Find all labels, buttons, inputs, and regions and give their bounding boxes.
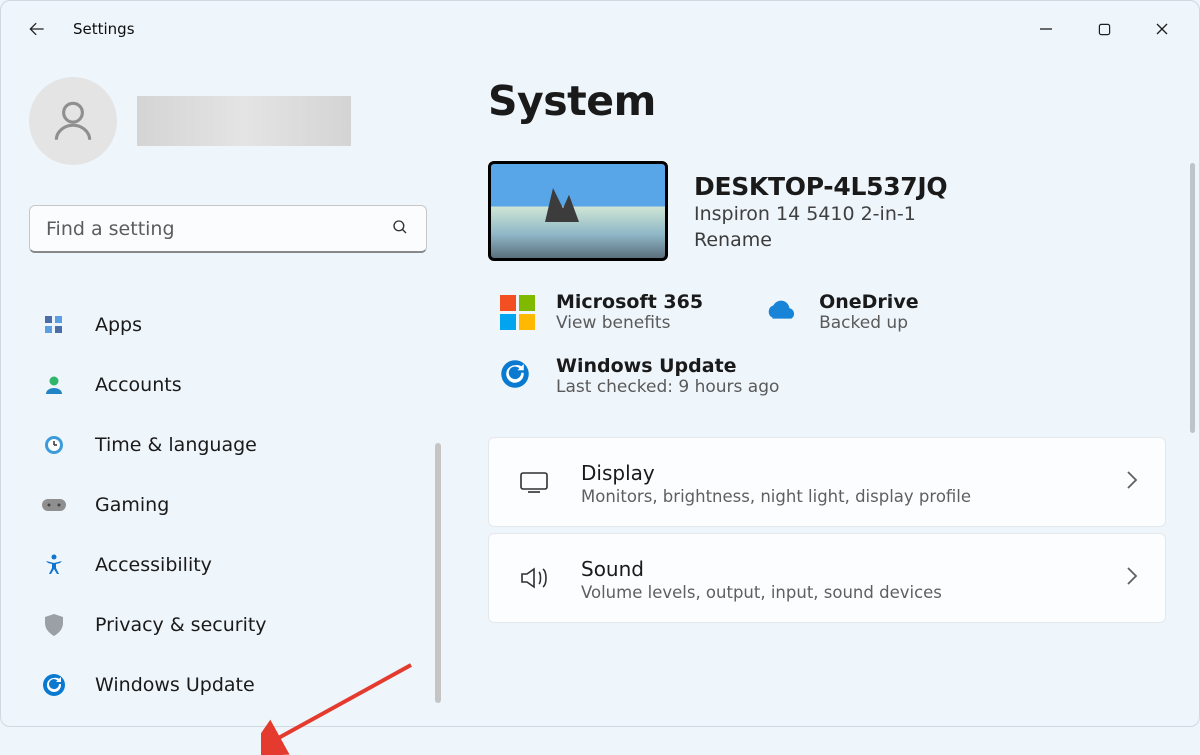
nav-privacy-security[interactable]: Privacy & security: [29, 595, 427, 655]
minimize-button[interactable]: [1017, 9, 1075, 49]
setting-display[interactable]: Display Monitors, brightness, night ligh…: [488, 437, 1166, 527]
setting-subtitle: Volume levels, output, input, sound devi…: [581, 583, 1095, 602]
sidebar: Apps Accounts Time & language Gaming: [1, 57, 446, 726]
setting-sound[interactable]: Sound Volume levels, output, input, soun…: [488, 533, 1166, 623]
accessibility-icon: [41, 552, 67, 578]
status-title: OneDrive: [819, 291, 919, 313]
shield-icon: [41, 612, 67, 638]
display-icon: [517, 470, 551, 494]
nav-label: Time & language: [95, 434, 257, 456]
setting-title: Display: [581, 461, 1095, 485]
nav-windows-update[interactable]: Windows Update: [29, 655, 427, 715]
wallpaper-thumbnail: [488, 161, 668, 261]
cloud-status-row: Microsoft 365 View benefits OneDrive Bac…: [488, 291, 1159, 333]
page-title: System: [488, 77, 1159, 125]
back-button[interactable]: [25, 17, 49, 41]
gaming-icon: [41, 492, 67, 518]
nav-label: Windows Update: [95, 674, 255, 696]
nav-label: Accounts: [95, 374, 182, 396]
titlebar: Settings: [1, 1, 1199, 57]
device-model: Inspiron 14 5410 2-in-1: [694, 203, 947, 225]
setting-subtitle: Monitors, brightness, night light, displ…: [581, 487, 1095, 506]
window-controls: [1017, 9, 1191, 49]
microsoft-365-status[interactable]: Microsoft 365 View benefits: [500, 291, 703, 333]
nav-label: Accessibility: [95, 554, 212, 576]
search-input[interactable]: [29, 205, 427, 253]
main-pane: System DESKTOP-4L537JQ Inspiron 14 5410 …: [446, 57, 1199, 726]
nav-label: Gaming: [95, 494, 169, 516]
user-name: [137, 96, 351, 146]
chevron-right-icon: [1125, 565, 1139, 591]
status-subtitle: Backed up: [819, 313, 919, 333]
status-subtitle: View benefits: [556, 313, 703, 333]
close-button[interactable]: [1133, 9, 1191, 49]
nav-time-language[interactable]: Time & language: [29, 415, 427, 475]
nav-label: Privacy & security: [95, 614, 267, 636]
onedrive-icon: [763, 295, 797, 329]
nav-accounts[interactable]: Accounts: [29, 355, 427, 415]
device-info: DESKTOP-4L537JQ Inspiron 14 5410 2-in-1 …: [488, 161, 1159, 261]
status-title: Microsoft 365: [556, 291, 703, 313]
rename-link[interactable]: Rename: [694, 229, 772, 251]
status-title: Windows Update: [556, 355, 779, 377]
search-icon: [391, 218, 409, 240]
microsoft-logo-icon: [500, 295, 534, 329]
update-icon: [41, 672, 67, 698]
avatar: [29, 77, 117, 165]
scrollbar-thumb[interactable]: [435, 443, 441, 703]
user-account-row[interactable]: [29, 77, 414, 165]
nav-apps[interactable]: Apps: [29, 295, 427, 355]
chevron-right-icon: [1125, 469, 1139, 495]
windows-update-status[interactable]: Windows Update Last checked: 9 hours ago: [488, 355, 1159, 397]
maximize-button[interactable]: [1075, 9, 1133, 49]
search-wrap: [29, 205, 427, 253]
onedrive-status[interactable]: OneDrive Backed up: [763, 291, 919, 333]
update-icon: [500, 359, 534, 393]
nav-accessibility[interactable]: Accessibility: [29, 535, 427, 595]
time-language-icon: [41, 432, 67, 458]
status-subtitle: Last checked: 9 hours ago: [556, 377, 779, 397]
sidebar-nav: Apps Accounts Time & language Gaming: [29, 295, 427, 715]
app-title: Settings: [73, 20, 135, 38]
setting-title: Sound: [581, 557, 1095, 581]
nav-gaming[interactable]: Gaming: [29, 475, 427, 535]
apps-icon: [41, 312, 67, 338]
device-name: DESKTOP-4L537JQ: [694, 172, 947, 201]
sound-icon: [517, 565, 551, 591]
accounts-icon: [41, 372, 67, 398]
nav-label: Apps: [95, 314, 142, 336]
main-scrollbar-thumb[interactable]: [1190, 163, 1195, 433]
